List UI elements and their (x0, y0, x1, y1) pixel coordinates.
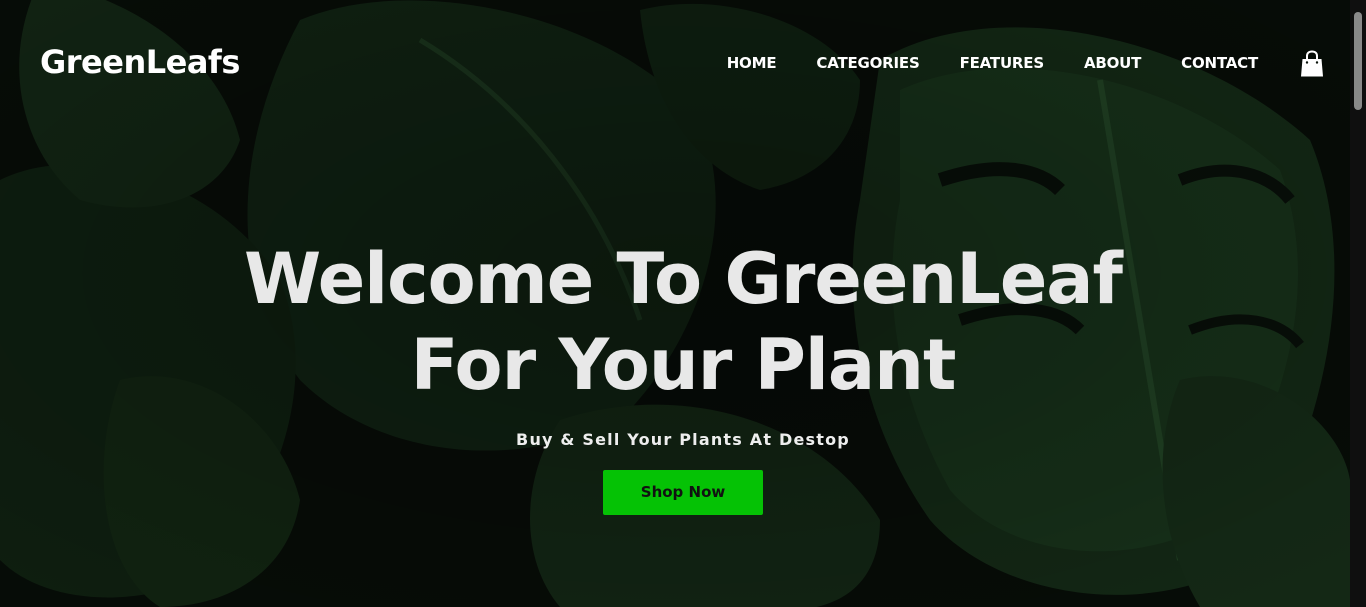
nav-about[interactable]: ABOUT (1084, 54, 1141, 72)
shop-now-button[interactable]: Shop Now (603, 470, 763, 515)
nav-contact[interactable]: CONTACT (1181, 54, 1258, 72)
hero-subtitle: Buy & Sell Your Plants At Destop (516, 430, 850, 449)
site-header: GreenLeafs HOME CATEGORIES FEATURES ABOU… (0, 0, 1350, 130)
hero-title-line-2: For Your Plant (410, 324, 957, 406)
scrollbar-thumb[interactable] (1354, 12, 1362, 110)
hero-title: Welcome To GreenLeaf For Your Plant (0, 236, 1366, 408)
main-nav: HOME CATEGORIES FEATURES ABOUT CONTACT (687, 54, 1258, 72)
site-logo[interactable]: GreenLeafs (40, 46, 240, 78)
nav-home[interactable]: HOME (727, 54, 777, 72)
hero-title-line-1: Welcome To GreenLeaf (243, 238, 1123, 320)
nav-categories[interactable]: CATEGORIES (816, 54, 919, 72)
page: GreenLeafs HOME CATEGORIES FEATURES ABOU… (0, 0, 1366, 607)
shopping-bag-icon[interactable] (1300, 50, 1324, 78)
page-scrollbar[interactable] (1350, 0, 1366, 607)
nav-features[interactable]: FEATURES (960, 54, 1045, 72)
hero-section: Welcome To GreenLeaf For Your Plant Buy … (0, 236, 1366, 515)
